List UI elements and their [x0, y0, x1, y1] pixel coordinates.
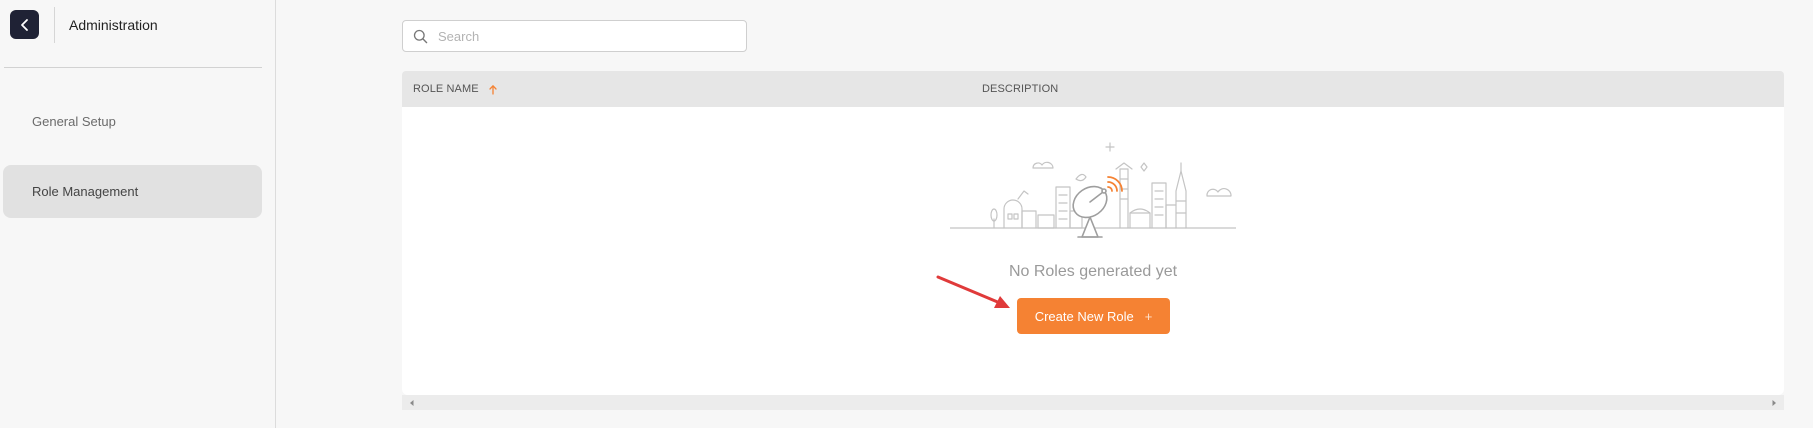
column-header-label: ROLE NAME	[413, 83, 479, 95]
page-title: Administration	[69, 17, 158, 33]
column-header-role-name[interactable]: ROLE NAME	[413, 83, 498, 95]
sidebar-item-role-management[interactable]: Role Management	[3, 165, 262, 218]
sidebar-item-general-setup[interactable]: General Setup	[3, 95, 262, 148]
chevron-left-icon	[20, 18, 28, 31]
app-root: Administration General Setup Role Manage…	[0, 0, 1813, 428]
back-button[interactable]	[10, 10, 39, 39]
empty-state-illustration	[950, 142, 1236, 238]
roles-table: ROLE NAME DESCRIPTION No Roles generated…	[402, 71, 1784, 410]
table-header: ROLE NAME DESCRIPTION	[402, 71, 1784, 107]
column-header-description[interactable]: DESCRIPTION	[982, 83, 1058, 95]
search-icon	[413, 29, 428, 43]
plus-icon: +	[1144, 308, 1153, 324]
sidebar: Administration General Setup Role Manage…	[0, 0, 276, 428]
sidebar-item-label: Role Management	[32, 184, 139, 199]
scroll-left-icon[interactable]	[407, 398, 417, 408]
horizontal-scrollbar[interactable]	[402, 395, 1784, 410]
sidebar-divider	[4, 67, 262, 68]
arrow-up-icon	[489, 84, 497, 95]
search-box[interactable]	[402, 20, 747, 52]
search-input[interactable]	[438, 28, 738, 44]
sidebar-item-label: General Setup	[32, 114, 116, 129]
table-body: No Roles generated yet Create New Role +	[402, 107, 1784, 395]
create-new-role-button[interactable]: Create New Role +	[1017, 298, 1170, 334]
header-divider	[54, 7, 55, 43]
scroll-right-icon[interactable]	[1769, 398, 1779, 408]
empty-state-message: No Roles generated yet	[1008, 263, 1178, 280]
column-header-label: DESCRIPTION	[982, 83, 1059, 95]
create-new-role-label: Create New Role	[1034, 308, 1134, 324]
